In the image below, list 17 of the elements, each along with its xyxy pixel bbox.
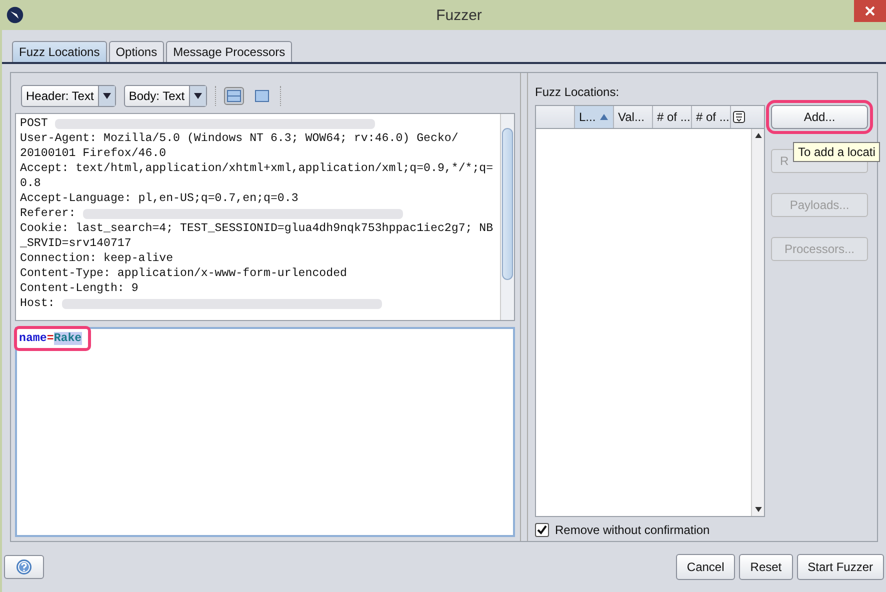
header-line: Accept-Language: pl,en-US;q=0.7,en;q=0.3	[20, 191, 298, 206]
header-line: Content-Type: application/x-www-form-urlencoded	[20, 266, 347, 281]
header-line: _SRVID=srv140717	[20, 236, 132, 251]
header-line: 0.8	[20, 176, 41, 191]
section-label: Fuzz Locations:	[535, 85, 620, 99]
header-line: 20100101 Firefox/46.0	[20, 146, 166, 161]
tooltip: To add a locati	[793, 142, 880, 162]
window-title: Fuzzer	[435, 6, 483, 24]
header-line: User-Agent: Mozilla/5.0 (Windows NT 6.3; WOW64; rv:46.0) Gecko/	[20, 131, 458, 146]
header-line: Cookie: last_search=4; TEST_SESSIONID=glua4dh9nqk753hppac1iec2g7; NB	[20, 221, 494, 236]
highlight-frame: name=Rake	[14, 326, 91, 351]
header-line: Connection: keep-alive	[20, 251, 174, 266]
header-line: Host:	[20, 296, 56, 311]
header-line: Referer:	[20, 206, 77, 221]
header-line: Accept: text/html,application/xhtml+xml,application/xml;q=0.9,*/*;q=	[20, 161, 494, 176]
header-line: Content-Length: 9	[20, 281, 138, 296]
header-line: POST	[20, 116, 49, 131]
